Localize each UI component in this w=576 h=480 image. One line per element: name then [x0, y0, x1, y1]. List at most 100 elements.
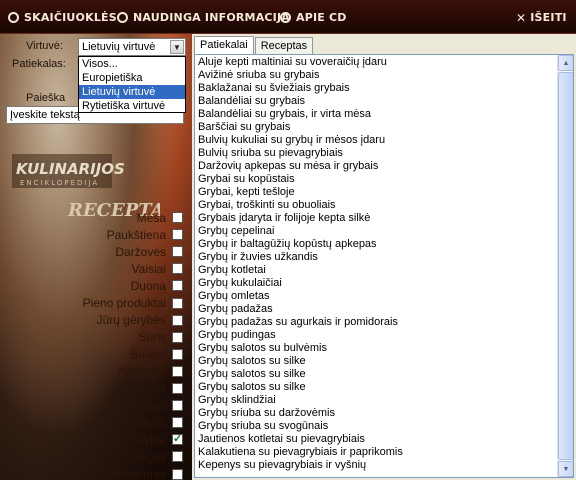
menu-exit-label: IŠEITI: [530, 11, 567, 24]
category-checkbox[interactable]: [172, 314, 183, 326]
recipe-list-item[interactable]: Daržovių apkepas su mėsa ir grybais: [195, 160, 559, 173]
category-row[interactable]: Jūrų gėrybės: [0, 312, 190, 329]
menu-about[interactable]: APIE CD: [280, 9, 347, 26]
category-label: Jūrų gėrybės: [96, 313, 166, 328]
category-label: Makaronai: [109, 467, 166, 480]
recipe-list-item[interactable]: Grybų salotos su silke: [195, 381, 559, 394]
menu-calculators[interactable]: SKAIČIUOKLĖS: [8, 9, 117, 26]
category-label: Vaisiai: [131, 261, 166, 276]
cuisine-option[interactable]: Rytietiška virtuvė: [79, 99, 185, 113]
category-row[interactable]: Kruopos: [0, 397, 190, 414]
recipe-list-item[interactable]: Grybų pudingas: [195, 329, 559, 342]
category-label: Alkoholis: [117, 364, 166, 379]
recipe-list-item[interactable]: Grybų omletas: [195, 290, 559, 303]
recipe-list-item[interactable]: Avižinė sriuba su grybais: [195, 69, 559, 82]
recipe-list-item[interactable]: Grybų ir žuvies užkandis: [195, 251, 559, 264]
menu-exit[interactable]: ✕ IŠEITI: [516, 9, 567, 26]
category-checkbox[interactable]: [172, 280, 183, 292]
category-row[interactable]: Vaisiai: [0, 260, 190, 277]
category-row[interactable]: Uogos: [0, 448, 190, 465]
category-row[interactable]: Pieno produktai: [0, 295, 190, 312]
recipe-list-item[interactable]: Balandėliai su grybais: [195, 95, 559, 108]
recipe-list-item[interactable]: Bulvių sriuba su pievagrybiais: [195, 147, 559, 160]
category-row[interactable]: Makaronai: [0, 466, 190, 480]
recipe-list-item[interactable]: Grybų kukulaičiai: [195, 277, 559, 290]
recipe-list-item[interactable]: Grybų sriuba su svogūnais: [195, 420, 559, 433]
category-checkbox[interactable]: [172, 246, 183, 258]
recipe-list-item[interactable]: Grybai su kopūstais: [195, 173, 559, 186]
category-row[interactable]: Duona: [0, 277, 190, 294]
category-row[interactable]: Bulvės: [0, 346, 190, 363]
dishes-label: Patiekalas:: [12, 58, 66, 70]
category-checkbox[interactable]: [172, 212, 183, 223]
recipe-list-item[interactable]: Kalakutiena su pievagrybiais ir paprikom…: [195, 446, 559, 459]
recipe-list-item[interactable]: Grybų salotos su silke: [195, 368, 559, 381]
category-checkbox[interactable]: [172, 468, 183, 480]
recipe-list-item[interactable]: Jautienos kotletai su pievagrybiais: [195, 433, 559, 446]
cuisine-option[interactable]: Europietiška: [79, 71, 185, 85]
cuisine-option[interactable]: Lietuvių virtuvė: [79, 85, 185, 99]
logo-title: KULINARIJOS: [16, 160, 125, 178]
menu-about-label: APIE CD: [296, 11, 347, 24]
category-checkbox[interactable]: [172, 383, 183, 394]
category-label: Paukštiena: [106, 227, 166, 242]
recipe-list-item[interactable]: Bulvių kukuliai su grybų ir mėsos įdaru: [195, 134, 559, 147]
recipe-list-item[interactable]: Grybų cepelinai: [195, 225, 559, 238]
recipe-list-item[interactable]: Grybų sklindžiai: [195, 394, 559, 407]
recipe-list-item[interactable]: Grybų padažas su agurkais ir pomidorais: [195, 316, 559, 329]
category-row[interactable]: Alkoholis: [0, 363, 190, 380]
category-label: Mėsa: [136, 210, 166, 225]
recipe-list-item[interactable]: Baklažanai su šviežiais grybais: [195, 82, 559, 95]
recipe-list-item[interactable]: Aluje kepti maltiniai su voveraičių įdar…: [195, 56, 559, 69]
top-menu-bar: SKAIČIUOKLĖS NAUDINGA INFORMACIJA APIE C…: [0, 0, 576, 34]
recipe-list-item[interactable]: Grybų ir baltagūžių kopūstų apkepas: [195, 238, 559, 251]
recipe-list-item[interactable]: Grybų salotos su silke: [195, 355, 559, 368]
category-checkbox[interactable]: [172, 331, 183, 343]
scroll-down-button[interactable]: ▼: [558, 461, 573, 477]
menu-useful-info[interactable]: NAUDINGA INFORMACIJA: [117, 9, 290, 26]
category-checkbox[interactable]: [172, 451, 183, 463]
vertical-scrollbar[interactable]: ▲ ▼: [557, 55, 573, 477]
tab-recipe[interactable]: Receptas: [254, 37, 314, 54]
recipe-list-item[interactable]: Grybų salotos su bulvėmis: [195, 342, 559, 355]
recipe-list-item[interactable]: Grybai, kepti tešloje: [195, 186, 559, 199]
category-checkbox[interactable]: [172, 263, 183, 275]
cuisine-dropdown-list: Visos... Europietiška Lietuvių virtuvė Ryti…: [78, 56, 186, 113]
recipe-list-item[interactable]: Grybais įdaryta ir folijoje kepta silkė: [195, 212, 559, 225]
category-row[interactable]: Soja: [0, 380, 190, 397]
category-checkbox[interactable]: [172, 432, 183, 446]
filter-sidebar: Virtuvė: Lietuvių virtuvė ▼ Visos... Euro…: [0, 34, 192, 480]
search-label: Paieška: [26, 92, 66, 104]
cuisine-option[interactable]: Visos...: [79, 57, 185, 71]
category-checkbox[interactable]: [172, 229, 183, 241]
tab-dishes[interactable]: Patiekalai: [194, 36, 254, 54]
menu-calculators-label: SKAIČIUOKLĖS: [24, 11, 117, 24]
recipe-list-item[interactable]: Grybų padažas: [195, 303, 559, 316]
recipe-list-item[interactable]: Grybų sriuba su daržovėmis: [195, 407, 559, 420]
recipe-list-item[interactable]: Balandėliai su grybais, ir virta mėsa: [195, 108, 559, 121]
category-label: Grybai: [130, 432, 166, 447]
recipe-list-item[interactable]: Grybai, troškinti su obuoliais: [195, 199, 559, 212]
category-row[interactable]: Grybai: [0, 431, 190, 448]
recipe-list-item[interactable]: Kepenys su pievagrybiais ir vyšnių: [195, 459, 559, 472]
category-row[interactable]: Mėsa: [0, 209, 190, 226]
category-checkbox[interactable]: [172, 348, 183, 360]
category-row[interactable]: Sūris: [0, 329, 190, 346]
chevron-down-icon[interactable]: ▼: [170, 40, 184, 54]
scroll-up-button[interactable]: ▲: [558, 55, 573, 71]
scroll-thumb[interactable]: [558, 72, 573, 460]
category-checkbox[interactable]: [172, 365, 183, 377]
category-row[interactable]: Daržovės: [0, 243, 190, 260]
cuisine-select[interactable]: Lietuvių virtuvė ▼: [78, 38, 186, 56]
category-row[interactable]: Cukrus: [0, 414, 190, 431]
main-panel: Patiekalai Receptas Aluje kepti maltiniai…: [192, 34, 576, 480]
recipe-list-item[interactable]: Barščiai su grybais: [195, 121, 559, 134]
category-checkbox[interactable]: [172, 417, 183, 429]
category-label: Soja: [141, 381, 166, 396]
recipe-list-item[interactable]: Grybų kotletai: [195, 264, 559, 277]
category-checkbox[interactable]: [172, 297, 183, 309]
category-label: Uogos: [131, 449, 166, 464]
category-checkbox[interactable]: [172, 400, 183, 412]
recipe-listbox[interactable]: Aluje kepti maltiniai su voveraičių įdar…: [194, 54, 574, 478]
category-row[interactable]: Paukštiena: [0, 226, 190, 243]
